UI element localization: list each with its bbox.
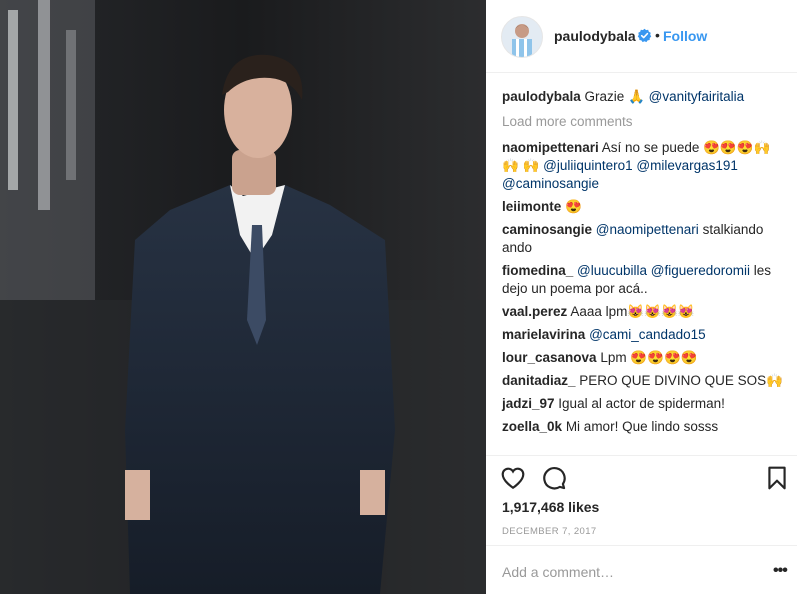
caption-username[interactable]: paulodybala	[502, 89, 581, 104]
comment-item: lour_casanova Lpm 😍😍😍😍	[502, 349, 787, 367]
post-side-panel: paulodybala • Follow paulodybala Grazie …	[486, 0, 797, 594]
comment-item: jadzi_97 Igual al actor de spiderman!	[502, 395, 787, 413]
comment-item: zoella_0k Mi amor! Que lindo sosss	[502, 418, 787, 436]
load-more-comments-button[interactable]: Load more comments	[502, 113, 787, 131]
post-photo-image	[0, 0, 486, 594]
comment-item: fiomedina_ @luucubilla @figueredoromii l…	[502, 262, 787, 298]
comment-thread: naomipettenari Así no se puede 😍😍😍🙌🙌 🙌 @…	[502, 139, 787, 436]
comment-item: danitadiaz_ PERO QUE DIVINO QUE SOS🙌	[502, 372, 787, 390]
verified-badge-icon	[637, 28, 652, 43]
add-comment-input[interactable]: Add a comment…	[502, 564, 614, 580]
comment-mention[interactable]: @juliiquintero1	[543, 158, 633, 173]
comment-item: naomipettenari Así no se puede 😍😍😍🙌🙌 🙌 @…	[502, 139, 787, 193]
avatar-image	[502, 17, 542, 57]
comment-username[interactable]: naomipettenari	[502, 140, 599, 155]
comment-mention[interactable]: @naomipettenari	[596, 222, 699, 237]
bookmark-icon[interactable]	[764, 465, 790, 491]
add-comment-bar: Add a comment… •••	[486, 545, 797, 595]
comment-item: caminosangie @naomipettenari stalkiando …	[502, 221, 787, 257]
more-options-button[interactable]: •••	[773, 562, 788, 580]
comment-text: Aaaa lpm😻😻😻😻	[570, 304, 695, 319]
post-date: DECEMBER 7, 2017	[502, 526, 597, 537]
author-username[interactable]: paulodybala	[554, 28, 636, 44]
comment-mention[interactable]: @cami_candado15	[589, 327, 706, 342]
comment-text: 😍	[565, 199, 582, 214]
post-photo[interactable]	[0, 0, 486, 594]
comment-mention[interactable]: @luucubilla	[577, 263, 647, 278]
comment-username[interactable]: leiimonte	[502, 199, 561, 214]
comment-mention[interactable]: @milevargas191	[636, 158, 738, 173]
comment-username[interactable]: jadzi_97	[502, 396, 555, 411]
caption-text: Grazie 🙏	[584, 89, 649, 104]
comment-username[interactable]: vaal.perez	[502, 304, 567, 319]
comment-username[interactable]: marielavirina	[502, 327, 585, 342]
comment-mention[interactable]: @figueredoromii	[651, 263, 750, 278]
post-caption: paulodybala Grazie 🙏 @vanityfairitalia	[502, 88, 787, 106]
instagram-post: paulodybala • Follow paulodybala Grazie …	[0, 0, 797, 594]
comment-username[interactable]: danitadiaz_	[502, 373, 576, 388]
follow-button[interactable]: Follow	[663, 28, 707, 44]
header-separator: •	[655, 27, 660, 43]
comment-text: PERO QUE DIVINO QUE SOS🙌	[579, 373, 783, 388]
comment-username[interactable]: lour_casanova	[502, 350, 597, 365]
author-avatar[interactable]	[501, 16, 543, 58]
likes-count[interactable]: 1,917,468 likes	[502, 499, 599, 515]
comment-item: marielavirina @cami_candado15	[502, 326, 787, 344]
heart-icon[interactable]	[500, 465, 526, 491]
comment-text: Lpm 😍😍😍😍	[600, 350, 698, 365]
comment-mention[interactable]: @caminosangie	[502, 176, 599, 191]
comment-username[interactable]: fiomedina_	[502, 263, 573, 278]
post-header: paulodybala • Follow	[486, 0, 797, 73]
action-bar	[486, 455, 797, 490]
comment-item: vaal.perez Aaaa lpm😻😻😻😻	[502, 303, 787, 321]
comment-text: Igual al actor de spiderman!	[558, 396, 725, 411]
comment-username[interactable]: zoella_0k	[502, 419, 562, 434]
comment-username[interactable]: caminosangie	[502, 222, 592, 237]
caption-mention[interactable]: @vanityfairitalia	[649, 89, 745, 104]
comment-item: leiimonte 😍	[502, 198, 787, 216]
comment-text: Mi amor! Que lindo sosss	[565, 419, 719, 434]
comments-list: paulodybala Grazie 🙏 @vanityfairitalia L…	[502, 88, 787, 441]
comment-bubble-icon[interactable]	[541, 465, 567, 491]
